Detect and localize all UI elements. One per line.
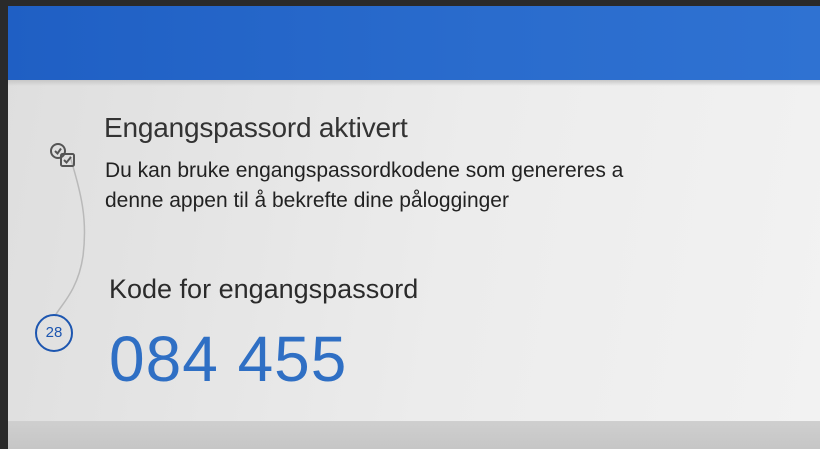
app-screen: Engangspassord aktivert Du kan bruke eng… [8, 6, 820, 449]
otp-activated-description: Du kan bruke engangspassordkodene som ge… [105, 156, 820, 216]
countdown-timer-icon: 28 [35, 314, 73, 352]
otp-check-icon [50, 143, 75, 167]
otp-code-value[interactable]: 084 455 [109, 322, 347, 396]
otp-code-label: Kode for engangspassord [109, 274, 419, 304]
bottom-divider-strip [8, 421, 820, 449]
otp-activated-title: Engangspassord aktivert [104, 112, 408, 143]
description-line-2: denne appen til å bekrefte dine påloggin… [105, 189, 509, 212]
description-line-1: Du kan bruke engangspassordkodene som ge… [105, 159, 624, 182]
